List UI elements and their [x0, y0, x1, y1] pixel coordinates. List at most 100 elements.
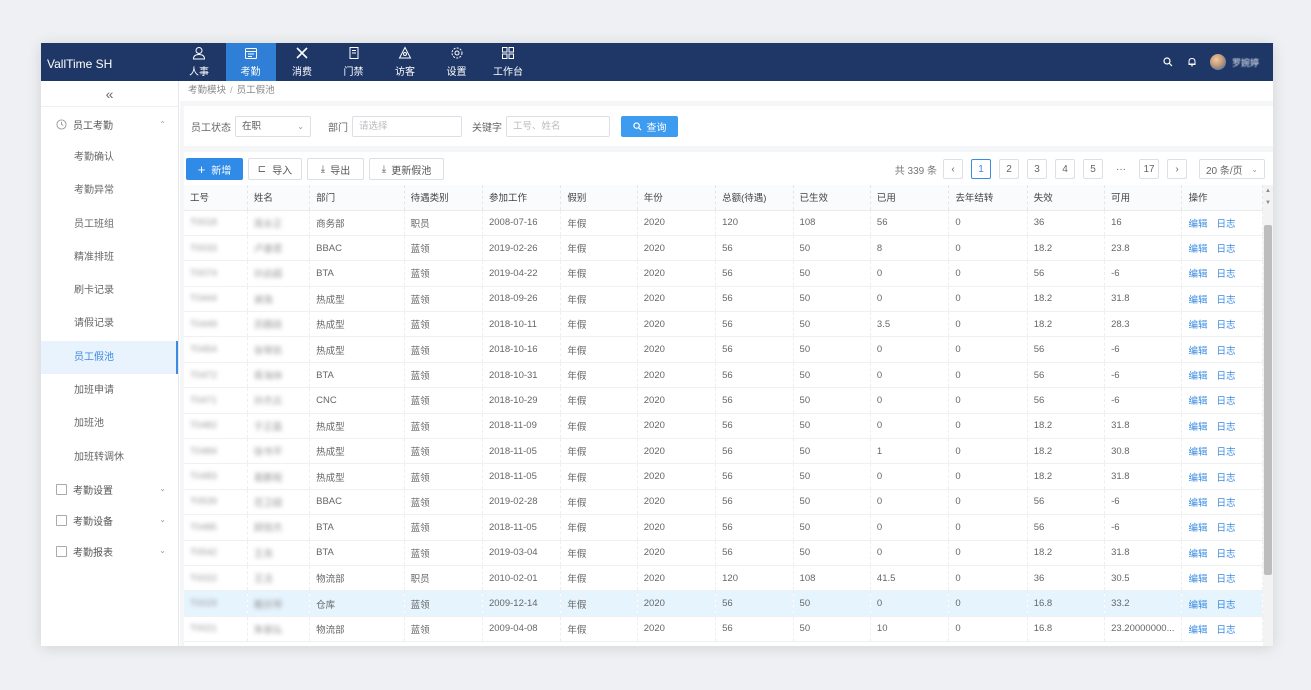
log-link[interactable]: 日志	[1217, 396, 1236, 407]
table-row[interactable]: T0444 谢逸 热成型 蓝领 2018-09-26 年假 2020 56 50 0 0 18.2 31…	[184, 286, 1263, 313]
edit-link[interactable]: 编辑	[1188, 574, 1207, 585]
column-header[interactable]: 已用	[870, 185, 950, 211]
table-row[interactable]: T0482 于正磊 热成型 蓝领 2018-11-09 年假 2020 56 50 0 0 18.2 3…	[184, 413, 1263, 440]
log-link[interactable]: 日志	[1217, 244, 1236, 255]
table-row[interactable]: T0539 范卫超 BBAC 蓝领 2019-02-28 年假 2020 56 50 0 0 56 -6…	[184, 489, 1263, 516]
table-row[interactable]: T0471 孙杰云 CNC 蓝领 2018-10-29 年假 2020 56 50 0 0 56 -6 编…	[184, 387, 1263, 414]
table-row[interactable]: T0022 王洁 物流部 职员 2010-02-01 年假 2020 120 108 41.5 0 3…	[184, 565, 1263, 592]
page-button[interactable]: 4	[1055, 159, 1075, 179]
log-link[interactable]: 日志	[1217, 600, 1236, 611]
table-row[interactable]: T0542 王尧 BTA 蓝领 2019-03-04 年假 2020 56 50 0 0 18.2 31…	[184, 540, 1263, 566]
log-link[interactable]: 日志	[1217, 549, 1236, 560]
table-scrollbar[interactable]: ▲ ▼	[1263, 185, 1273, 646]
sidebar-item-0[interactable]: 考勤确认	[41, 141, 178, 174]
table-row[interactable]: T0484 徐书平 热成型 蓝领 2018-11-05 年假 2020 56 50 1 0 18.2 3…	[184, 438, 1263, 465]
collapse-sidebar-icon[interactable]: «	[41, 81, 178, 107]
dept-select[interactable]: 请选择	[352, 115, 462, 137]
edit-link[interactable]: 编辑	[1188, 396, 1207, 407]
edit-link[interactable]: 编辑	[1188, 473, 1207, 484]
scrollbar-thumb[interactable]	[1264, 225, 1272, 575]
table-row[interactable]: T0018 周永正 商务部 职员 2008-07-16 年假 2020 120 108 56 0 36…	[184, 210, 1263, 236]
table-row[interactable]: T0454 张琴凯 热成型 蓝领 2018-10-16 年假 2020 56 50 0 0 56 -6 编…	[184, 336, 1263, 363]
sidebar-item-7[interactable]: 加班申请	[41, 374, 178, 407]
sidebar-item-4[interactable]: 刷卡记录	[41, 274, 178, 307]
log-link[interactable]: 日志	[1217, 574, 1236, 585]
edit-link[interactable]: 编辑	[1188, 422, 1207, 433]
page-button[interactable]: 5	[1083, 159, 1103, 179]
page-button[interactable]: 2	[999, 159, 1019, 179]
edit-link[interactable]: 编辑	[1188, 625, 1207, 636]
query-button[interactable]: 查询	[621, 115, 678, 137]
edit-link[interactable]: 编辑	[1188, 219, 1207, 230]
sidebar-group-1[interactable]: 考勤设备 ⌄	[41, 505, 178, 536]
log-link[interactable]: 日志	[1217, 473, 1236, 484]
log-link[interactable]: 日志	[1217, 320, 1236, 331]
edit-link[interactable]: 编辑	[1188, 523, 1207, 534]
sidebar-group-employee-attendance[interactable]: 员工考勤 ⌃	[41, 107, 178, 141]
edit-link[interactable]: 编辑	[1188, 320, 1207, 331]
column-header[interactable]: 假别	[560, 185, 638, 211]
nav-item-4[interactable]: 访客	[380, 43, 430, 81]
log-link[interactable]: 日志	[1217, 625, 1236, 636]
column-header[interactable]: 待遇类别	[404, 185, 483, 211]
log-link[interactable]: 日志	[1217, 447, 1236, 458]
edit-link[interactable]: 编辑	[1188, 244, 1207, 255]
log-link[interactable]: 日志	[1217, 219, 1236, 230]
table-row[interactable]: T0029 戴欣琴 仓库 蓝领 2009-12-14 年假 2020 56 50 0 0 16.8 33…	[184, 590, 1263, 617]
edit-link[interactable]: 编辑	[1188, 549, 1207, 560]
column-header[interactable]: 部门	[309, 185, 405, 211]
prev-page-icon[interactable]: ‹	[943, 159, 963, 179]
nav-item-1[interactable]: 考勤	[225, 43, 276, 81]
log-link[interactable]: 日志	[1217, 371, 1236, 382]
add-button[interactable]: + 新增	[186, 158, 243, 180]
sidebar-group-2[interactable]: 考勤报表 ⌄	[41, 536, 178, 567]
scroll-up-icon[interactable]: ▲	[1265, 188, 1271, 194]
table-row[interactable]: T0033 卢睿君 BBAC 蓝领 2019-02-26 年假 2020 56 50 8 0 18.2…	[184, 235, 1263, 262]
nav-item-0[interactable]: 人事	[174, 43, 224, 81]
edit-link[interactable]: 编辑	[1188, 600, 1207, 611]
edit-link[interactable]: 编辑	[1188, 269, 1207, 280]
page-button[interactable]: 3	[1027, 159, 1047, 179]
avatar[interactable]	[1209, 54, 1226, 70]
log-link[interactable]: 日志	[1217, 523, 1236, 534]
page-size-select[interactable]: 20 条/页 ⌄	[1199, 159, 1265, 179]
table-row[interactable]: T0485 顾锐杰 BTA 蓝领 2018-11-05 年假 2020 56 50 0 0 56 -6 编…	[184, 514, 1263, 541]
log-link[interactable]: 日志	[1217, 346, 1236, 357]
column-header[interactable]: 年份	[637, 185, 717, 211]
table-row[interactable]: T0074 孙启超 BTA 蓝领 2019-04-22 年假 2020 56 50 0 0 56 -6 编…	[184, 260, 1263, 287]
column-header[interactable]: 姓名	[247, 185, 311, 211]
nav-item-2[interactable]: 消费	[277, 43, 327, 81]
column-header[interactable]: 已生效	[793, 185, 871, 211]
nav-item-5[interactable]: 设置	[432, 43, 482, 81]
sidebar-item-2[interactable]: 员工班组	[41, 208, 178, 241]
sidebar-item-3[interactable]: 精准排班	[41, 241, 178, 274]
table-row[interactable]: T0472 蒋海林 BTA 蓝领 2018-10-31 年假 2020 56 50 0 0 56 -6 编…	[184, 362, 1263, 389]
sidebar-item-5[interactable]: 请假记录	[41, 307, 178, 340]
page-button-last[interactable]: 17	[1139, 159, 1159, 179]
breadcrumb-parent[interactable]: 考勤模块	[188, 85, 226, 96]
edit-link[interactable]: 编辑	[1188, 371, 1207, 382]
search-icon[interactable]	[1156, 43, 1180, 81]
edit-link[interactable]: 编辑	[1188, 295, 1207, 306]
column-header[interactable]: 去年结转	[948, 185, 1028, 211]
page-button[interactable]: 1	[971, 159, 991, 179]
nav-item-3[interactable]: 门禁	[329, 43, 379, 81]
column-header[interactable]: 参加工作	[482, 185, 562, 211]
sidebar-item-1[interactable]: 考勤异常	[41, 174, 178, 207]
export-button[interactable]: ⤓ 导出	[307, 158, 364, 180]
column-header[interactable]: 总额(待遇)	[715, 185, 794, 211]
scroll-down-icon[interactable]: ▼	[1265, 200, 1271, 206]
user-name[interactable]: 罗婉婷	[1232, 56, 1259, 69]
edit-link[interactable]: 编辑	[1188, 447, 1207, 458]
log-link[interactable]: 日志	[1217, 422, 1236, 433]
column-header[interactable]: 操作	[1181, 185, 1263, 211]
sidebar-item-6[interactable]: 员工假池	[41, 340, 178, 375]
nav-item-6[interactable]: 工作台	[483, 43, 533, 81]
column-header[interactable]: 工号	[184, 185, 248, 211]
log-link[interactable]: 日志	[1217, 269, 1236, 280]
page-ellipsis[interactable]: ···	[1111, 159, 1131, 179]
status-select[interactable]: 在职 ⌄	[235, 115, 311, 137]
bell-icon[interactable]	[1180, 43, 1204, 81]
table-row[interactable]: T0449 苏麒政 热成型 蓝领 2018-10-11 年假 2020 56 50 3.5 0 18.…	[184, 311, 1263, 338]
column-header[interactable]: 可用	[1104, 185, 1183, 211]
